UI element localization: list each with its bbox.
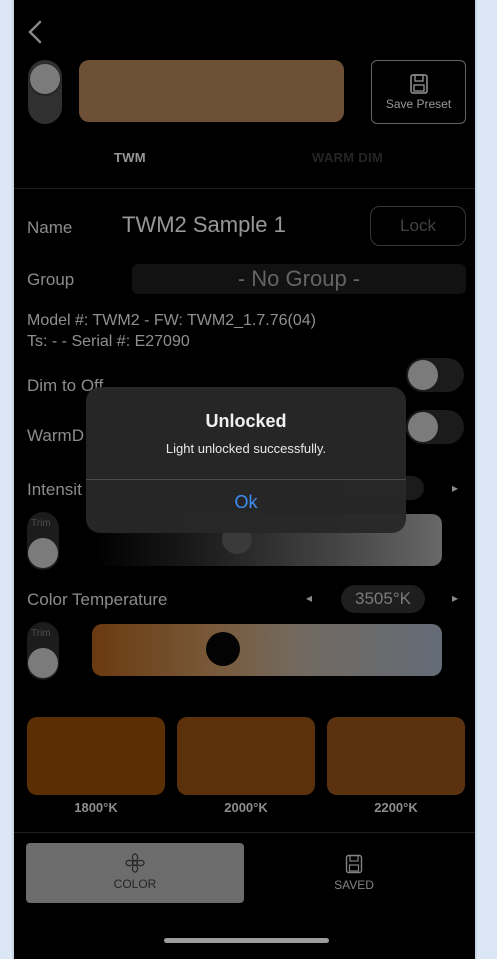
alert-title: Unlocked [205, 411, 287, 431]
alert-message: Light unlocked successfully. [165, 441, 327, 456]
alert-ok-button[interactable]: Ok [86, 480, 406, 533]
app-screen: Save Preset TWM WARM DIM Name TWM2 Sampl… [12, 0, 477, 959]
unlocked-alert-dialog: Unlocked Light unlocked successfully. Ok [86, 387, 406, 533]
